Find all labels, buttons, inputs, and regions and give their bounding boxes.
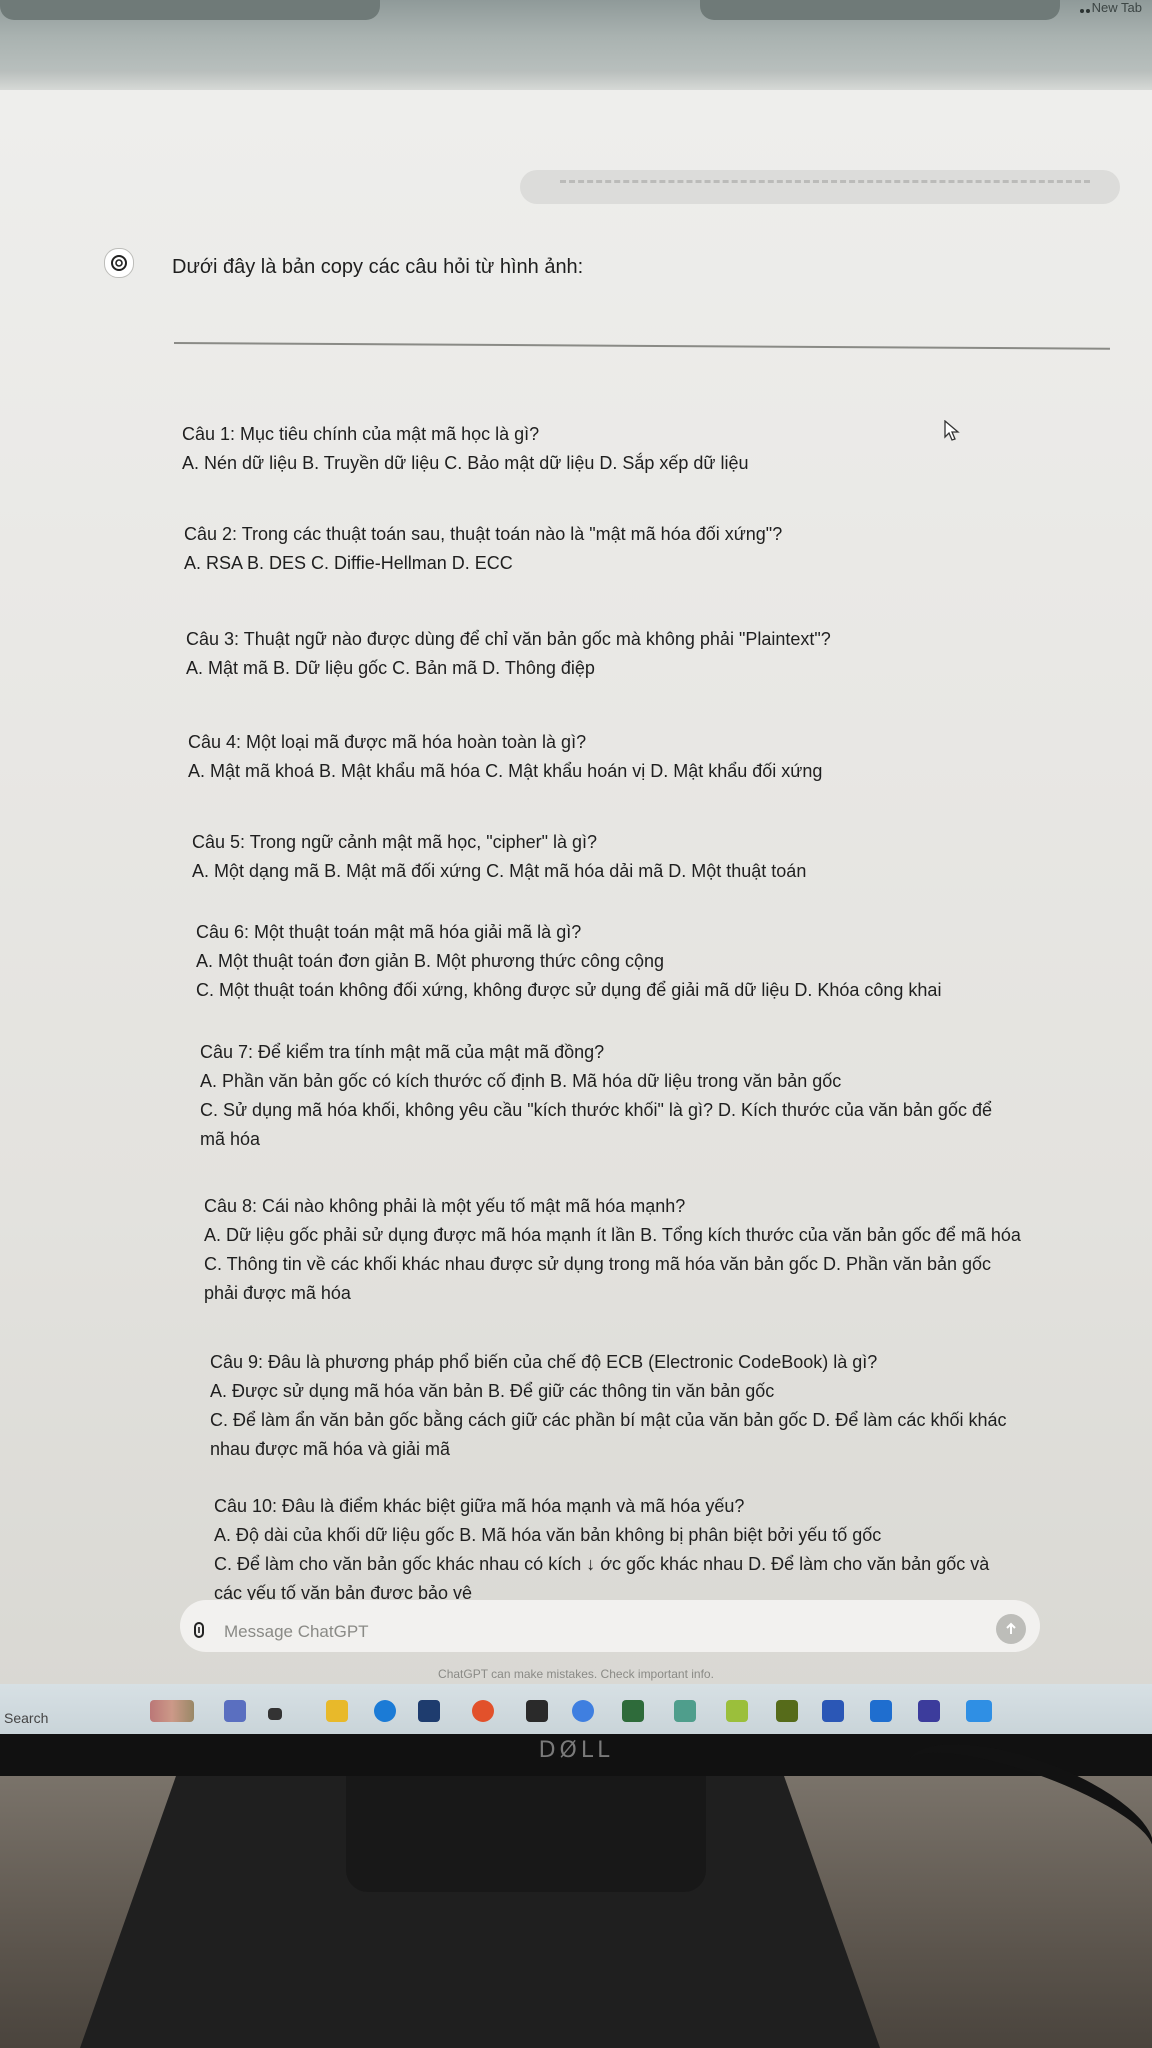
user-message-bubble [520,170,1120,204]
answer-options: C. Thông tin về các khối khác nhau được … [204,1254,992,1274]
answer-options: A. Độ dài của khối dữ liệu gốc B. Mã hóa… [214,1525,882,1545]
question-item: Câu 5: Trong ngữ cảnh mật mã học, "ciphe… [192,828,1092,886]
browser-tab-active[interactable] [700,0,1060,20]
question-title: Câu 7: Để kiểm tra tính mật mã của mật m… [200,1042,605,1062]
answer-options: C. Để làm cho văn bản gốc khác nhau có k… [214,1554,990,1574]
question-title: Câu 9: Đâu là phương pháp phổ biến của c… [210,1352,878,1372]
answer-options: mã hóa [200,1129,261,1149]
edge-browser-icon[interactable] [374,1700,396,1722]
question-title: Câu 10: Đâu là điểm khác biệt giữa mã hó… [214,1496,745,1516]
question-item: Câu 6: Một thuật toán mật mã hóa giải mã… [196,918,1096,1005]
question-item: Câu 4: Một loại mã được mã hóa hoàn toàn… [188,728,1088,786]
message-input[interactable] [224,1620,924,1644]
send-button[interactable] [996,1614,1026,1644]
vscode-icon[interactable] [870,1700,892,1722]
new-tab-button[interactable]: New Tab [1092,0,1142,15]
answer-options: A. RSA B. DES C. Diffie-Hellman D. ECC [184,553,513,573]
answer-options: A. Một dạng mã B. Mật mã đối xứng C. Mật… [192,861,807,881]
question-title: Câu 4: Một loại mã được mã hóa hoàn toàn… [188,732,587,752]
weather-widget-icon[interactable] [150,1700,194,1722]
answer-options: A. Mật mã B. Dữ liệu gốc C. Bản mã D. Th… [186,658,595,678]
question-item: Câu 8: Cái nào không phải là một yếu tố … [204,1192,1104,1308]
question-title: Câu 2: Trong các thuật toán sau, thuật t… [184,524,783,544]
answer-options: A. Nén dữ liệu B. Truyền dữ liệu C. Bảo … [182,453,749,473]
answer-options: A. Một thuật toán đơn giản B. Một phương… [196,951,664,971]
assistant-intro: Dưới đây là bản copy các câu hỏi từ hình… [172,256,584,278]
answer-options: A. Phần văn bản gốc có kích thước cố địn… [200,1071,842,1091]
question-item: Câu 2: Trong các thuật toán sau, thuật t… [184,520,1084,578]
task-view-icon[interactable] [268,1708,282,1720]
browser-tab[interactable] [0,0,380,20]
answer-options: phải được mã hóa [204,1283,351,1303]
paperclip-icon[interactable] [190,1621,208,1639]
disclaimer-text: ChatGPT can make mistakes. Check importa… [438,1667,714,1681]
question-title: Câu 8: Cái nào không phải là một yếu tố … [204,1196,686,1216]
arrow-up-icon [1006,1622,1016,1634]
question-title: Câu 5: Trong ngữ cảnh mật mã học, "ciphe… [192,832,598,852]
answer-options: A. Được sử dụng mã hóa văn bản B. Để giữ… [210,1381,775,1401]
chatgpt-logo-icon [104,248,134,278]
word-icon[interactable] [822,1700,844,1722]
divider [173,342,1110,350]
app-icon[interactable] [622,1700,644,1722]
app-icon[interactable] [726,1700,748,1722]
answer-options: C. Để làm ẩn văn bản gốc bằng cách giữ c… [210,1410,1007,1430]
taskbar-search[interactable]: Search [4,1710,48,1726]
question-item: Câu 9: Đâu là phương pháp phổ biến của c… [210,1348,1110,1464]
toolbar-strip [0,70,1152,90]
question-title: Câu 6: Một thuật toán mật mã hóa giải mã… [196,922,582,942]
app-icon[interactable] [526,1700,548,1722]
app-icon[interactable] [674,1700,696,1722]
answer-options: nhau được mã hóa và giải mã [210,1439,450,1459]
monitor-stand-neck [346,1776,706,1892]
question-item: Câu 3: Thuật ngữ nào được dùng để chỉ vă… [186,625,1086,683]
question-item: Câu 10: Đâu là điểm khác biệt giữa mã hó… [214,1492,1114,1608]
widgets-icon[interactable] [224,1700,246,1722]
app-icon[interactable] [966,1700,992,1722]
app-icon[interactable] [918,1700,940,1722]
chrome-icon[interactable] [572,1700,594,1722]
answer-options: A. Mật mã khoá B. Mật khẩu mã hóa C. Mật… [188,761,823,781]
question-item: Câu 7: Để kiểm tra tính mật mã của mật m… [200,1038,1100,1154]
app-icon[interactable] [776,1700,798,1722]
file-explorer-icon[interactable] [326,1700,348,1722]
answer-options: C. Một thuật toán không đối xứng, không … [196,980,942,1000]
mouse-cursor-icon [944,419,960,447]
store-icon[interactable] [418,1700,440,1722]
answer-options: C. Sử dụng mã hóa khối, không yêu cầu "k… [200,1100,992,1120]
question-title: Câu 3: Thuật ngữ nào được dùng để chỉ vă… [186,629,831,649]
answer-options: A. Dữ liệu gốc phải sử dụng được mã hóa … [204,1225,1021,1245]
app-icon[interactable] [472,1700,494,1722]
